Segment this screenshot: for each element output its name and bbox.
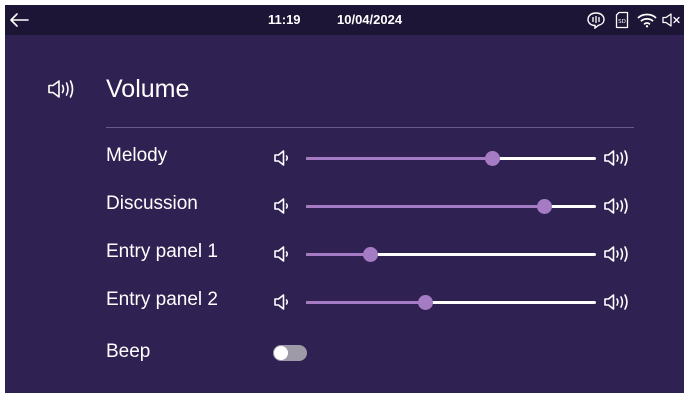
volume-high-icon — [603, 148, 635, 168]
melody-slider[interactable] — [306, 147, 596, 169]
intercom-icon — [586, 10, 606, 30]
slider-fill — [306, 253, 370, 256]
slider-thumb[interactable] — [484, 151, 500, 166]
back-arrow-icon — [10, 13, 29, 27]
divider — [106, 127, 634, 128]
beep-toggle[interactable] — [273, 345, 307, 361]
volume-high-icon — [603, 196, 635, 216]
volume-high-icon — [603, 292, 635, 312]
toggle-knob — [274, 346, 288, 360]
slider-fill — [306, 157, 492, 160]
svg-text:SD: SD — [618, 19, 626, 25]
melody-label: Melody — [106, 145, 168, 166]
volume-low-icon — [273, 244, 293, 264]
back-button[interactable] — [7, 8, 31, 32]
status-time: 11:19 — [268, 12, 301, 27]
wifi-icon — [637, 10, 657, 30]
slider-thumb[interactable] — [417, 295, 433, 310]
slider-thumb[interactable] — [362, 247, 378, 262]
volume-screen: 11:19 10/04/2024 SD Volume Melody Discus… — [5, 5, 684, 393]
discussion-label: Discussion — [106, 193, 198, 214]
sd-card-icon: SD — [615, 10, 629, 30]
status-bar: 11:19 10/04/2024 SD — [5, 5, 684, 35]
entry-panel-2-label: Entry panel 2 — [106, 289, 218, 310]
entry-panel-1-label: Entry panel 1 — [106, 241, 218, 262]
slider-thumb[interactable] — [536, 199, 552, 214]
entry-panel-2-slider[interactable] — [306, 291, 596, 313]
volume-low-icon — [273, 292, 293, 312]
volume-low-icon — [273, 196, 293, 216]
volume-high-icon — [603, 244, 635, 264]
speaker-muted-icon — [661, 10, 681, 30]
slider-fill — [306, 205, 544, 208]
volume-low-icon — [273, 148, 293, 168]
entry-panel-1-slider[interactable] — [306, 243, 596, 265]
slider-fill — [306, 301, 425, 304]
status-date: 10/04/2024 — [337, 12, 403, 27]
page-title: Volume — [106, 75, 190, 103]
discussion-slider[interactable] — [306, 195, 596, 217]
beep-label: Beep — [106, 341, 151, 362]
speaker-icon — [47, 78, 77, 105]
